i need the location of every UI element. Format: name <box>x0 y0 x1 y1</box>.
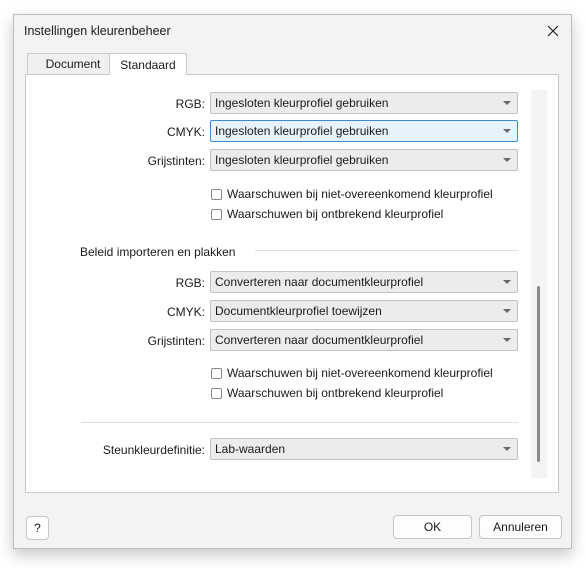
checkbox-box[interactable] <box>211 188 222 200</box>
rgb-policy-value: Ingesloten kleurprofiel gebruiken <box>215 96 389 110</box>
gray-policy-select[interactable]: Ingesloten kleurprofiel gebruiken <box>210 149 518 171</box>
gray-policy-value: Ingesloten kleurprofiel gebruiken <box>215 153 389 167</box>
close-icon <box>547 25 559 37</box>
scrollbar-thumb[interactable] <box>537 286 540 462</box>
checkbox-box[interactable] <box>211 387 222 399</box>
import-rgb-select[interactable]: Converteren naar documentkleurprofiel <box>210 271 518 293</box>
warn-mismatch-label: Waarschuwen bij niet-overeenkomend kleur… <box>227 187 493 201</box>
close-button[interactable] <box>541 19 565 43</box>
rgb-policy-label: RGB: <box>175 97 205 111</box>
ok-button-label: OK <box>423 520 442 534</box>
dialog-title: Instellingen kleurenbeheer <box>24 24 171 38</box>
help-button-label: ? <box>34 521 41 535</box>
import-cmyk-select[interactable]: Documentkleurprofiel toewijzen <box>210 300 518 322</box>
chevron-down-icon <box>503 280 511 284</box>
import-warn-missing-label: Waarschuwen bij ontbrekend kleurprofiel <box>227 386 444 400</box>
warn-missing-label: Waarschuwen bij ontbrekend kleurprofiel <box>227 207 444 221</box>
chevron-down-icon <box>503 101 511 105</box>
color-management-dialog: Instellingen kleurenbeheer Document Stan… <box>13 14 572 549</box>
section-divider <box>81 422 518 423</box>
section-divider <box>255 250 518 251</box>
title-bar: Instellingen kleurenbeheer <box>14 15 571 47</box>
import-gray-select[interactable]: Converteren naar documentkleurprofiel <box>210 329 518 351</box>
ok-button[interactable]: OK <box>393 515 472 539</box>
warn-missing-checkbox[interactable]: Waarschuwen bij ontbrekend kleurprofiel <box>211 207 443 221</box>
help-button[interactable]: ? <box>26 516 49 540</box>
import-gray-label: Grijstinten: <box>147 334 205 348</box>
warn-mismatch-checkbox[interactable]: Waarschuwen bij niet-overeenkomend kleur… <box>211 187 493 201</box>
import-cmyk-value: Documentkleurprofiel toewijzen <box>215 304 382 318</box>
import-rgb-label: RGB: <box>175 276 205 290</box>
cmyk-policy-value: Ingesloten kleurprofiel gebruiken <box>215 124 389 138</box>
tab-document[interactable]: Document <box>27 53 119 74</box>
checkbox-box[interactable] <box>211 208 222 220</box>
chevron-down-icon <box>503 338 511 342</box>
import-gray-value: Converteren naar documentkleurprofiel <box>215 333 424 347</box>
import-warn-missing-checkbox[interactable]: Waarschuwen bij ontbrekend kleurprofiel <box>211 386 443 400</box>
import-warn-mismatch-label: Waarschuwen bij niet-overeenkomend kleur… <box>227 366 493 380</box>
cmyk-policy-select[interactable]: Ingesloten kleurprofiel gebruiken <box>210 120 518 142</box>
rgb-policy-select[interactable]: Ingesloten kleurprofiel gebruiken <box>210 92 518 114</box>
import-warn-mismatch-checkbox[interactable]: Waarschuwen bij niet-overeenkomend kleur… <box>211 366 493 380</box>
chevron-down-icon <box>503 129 511 133</box>
cancel-button-label: Annuleren <box>493 520 548 534</box>
tab-standaard[interactable]: Standaard <box>109 53 187 75</box>
spot-definition-value: Lab-waarden <box>215 442 286 456</box>
chevron-down-icon <box>503 158 511 162</box>
spot-definition-label: Steunkleurdefinitie: <box>102 443 205 457</box>
gray-policy-label: Grijstinten: <box>147 154 205 168</box>
import-cmyk-label: CMYK: <box>166 305 205 319</box>
tab-standaard-label: Standaard <box>120 57 176 72</box>
chevron-down-icon <box>503 447 511 451</box>
import-section-title: Beleid importeren en plakken <box>80 245 236 259</box>
cmyk-policy-label: CMYK: <box>166 125 205 139</box>
chevron-down-icon <box>503 309 511 313</box>
cancel-button[interactable]: Annuleren <box>479 515 562 539</box>
import-rgb-value: Converteren naar documentkleurprofiel <box>215 275 424 289</box>
spot-definition-select[interactable]: Lab-waarden <box>210 438 518 460</box>
tab-document-label: Document <box>45 57 101 71</box>
checkbox-box[interactable] <box>211 367 222 379</box>
